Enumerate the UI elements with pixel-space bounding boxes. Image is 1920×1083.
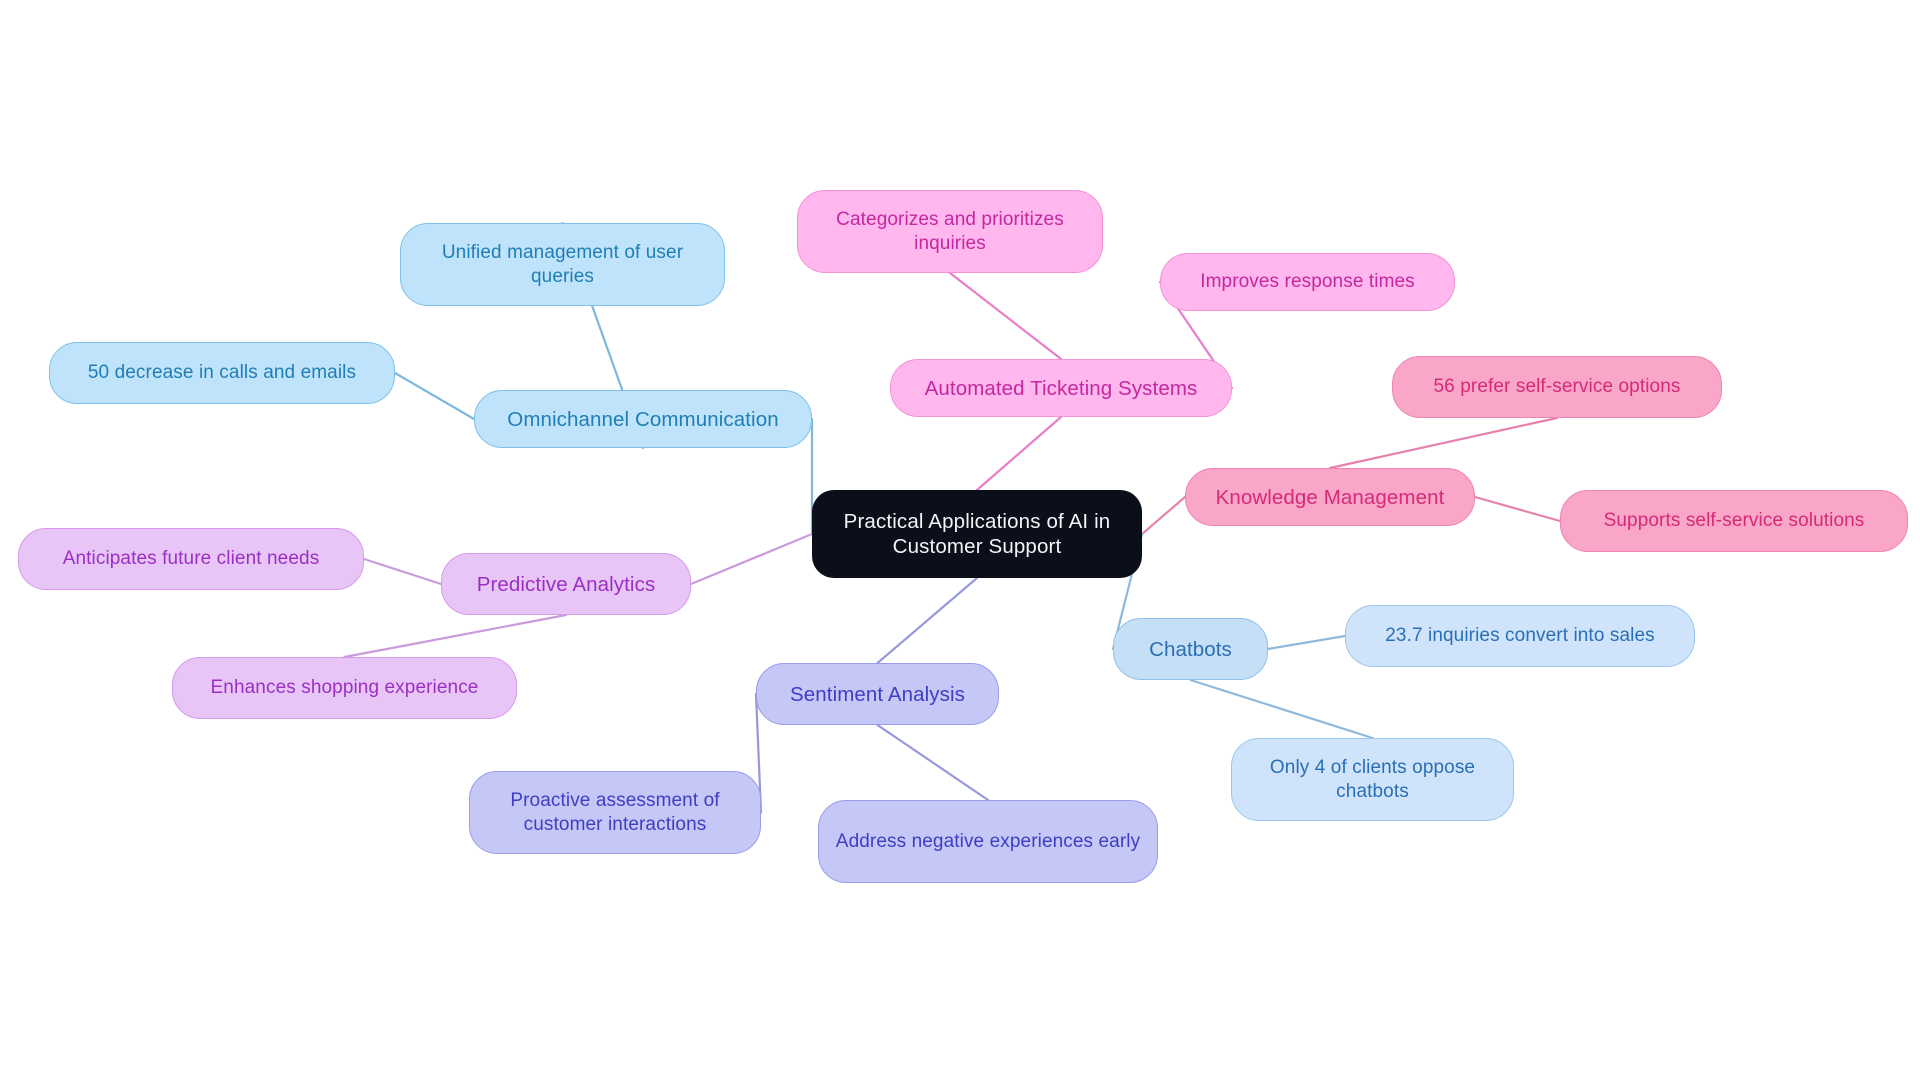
edge-knowledge-management-to-prefer-self-service (1328, 416, 1559, 470)
edge-sentiment-analysis-to-address-negative-experiences (876, 723, 990, 802)
branch-node-automated-ticketing-label: Automated Ticketing Systems (924, 376, 1198, 400)
leaf-node-prefer-self-service-label: 56 prefer self-service options (1433, 376, 1681, 398)
root-node-label: Practical Applications of AI in Customer… (843, 510, 1111, 558)
edge-knowledge-management-to-supports-self-service-solutions (1473, 495, 1562, 523)
edge-predictive-analytics-to-enhances-shopping-experience (343, 613, 568, 659)
leaf-node-unified-management-label: Unified management of user queries (441, 242, 684, 287)
edge-root-to-predictive-analytics (689, 532, 814, 586)
leaf-node-supports-self-service-solutions-label: Supports self-service solutions (1603, 510, 1865, 532)
edge-omnichannel-to-decrease-calls-emails (393, 371, 476, 421)
branch-node-automated-ticketing[interactable]: Automated Ticketing Systems (890, 359, 1232, 417)
leaf-node-supports-self-service-solutions[interactable]: Supports self-service solutions (1560, 490, 1908, 552)
edge-root-to-sentiment-analysis (876, 576, 979, 665)
edge-automated-ticketing-to-categorizes-prioritizes (948, 271, 1063, 361)
mindmap-canvas: Practical Applications of AI in Customer… (0, 0, 1920, 1083)
leaf-node-inquiries-convert-sales-label: 23.7 inquiries convert into sales (1385, 625, 1655, 647)
edge-chatbots-to-clients-oppose-chatbots (1189, 678, 1374, 740)
leaf-node-anticipates-client-needs-label: Anticipates future client needs (62, 548, 320, 570)
branch-node-knowledge-management-label: Knowledge Management (1215, 485, 1445, 509)
leaf-node-enhances-shopping-experience[interactable]: Enhances shopping experience (172, 657, 517, 719)
leaf-node-proactive-assessment[interactable]: Proactive assessment of customer interac… (469, 771, 761, 854)
leaf-node-decrease-calls-emails-label: 50 decrease in calls and emails (87, 362, 357, 384)
edge-root-to-automated-ticketing (975, 415, 1063, 492)
leaf-node-improves-response-times[interactable]: Improves response times (1160, 253, 1455, 311)
leaf-node-categorizes-prioritizes[interactable]: Categorizes and prioritizes inquiries (797, 190, 1103, 273)
leaf-node-address-negative-experiences-label: Address negative experiences early (835, 830, 1141, 852)
root-node[interactable]: Practical Applications of AI in Customer… (812, 490, 1142, 578)
leaf-node-decrease-calls-emails[interactable]: 50 decrease in calls and emails (49, 342, 395, 404)
leaf-node-clients-oppose-chatbots[interactable]: Only 4 of clients oppose chatbots (1231, 738, 1514, 821)
leaf-node-clients-oppose-chatbots-label: Only 4 of clients oppose chatbots (1269, 757, 1476, 802)
branch-node-predictive-analytics-label: Predictive Analytics (476, 572, 656, 596)
leaf-node-enhances-shopping-experience-label: Enhances shopping experience (210, 677, 479, 699)
leaf-node-address-negative-experiences[interactable]: Address negative experiences early (818, 800, 1158, 883)
edge-chatbots-to-inquiries-convert-sales (1266, 634, 1347, 651)
branch-node-chatbots[interactable]: Chatbots (1113, 618, 1268, 680)
branch-node-omnichannel-label: Omnichannel Communication (507, 407, 779, 431)
branch-node-sentiment-analysis-label: Sentiment Analysis (790, 682, 965, 706)
leaf-node-inquiries-convert-sales[interactable]: 23.7 inquiries convert into sales (1345, 605, 1695, 667)
leaf-node-improves-response-times-label: Improves response times (1200, 271, 1415, 293)
leaf-node-prefer-self-service[interactable]: 56 prefer self-service options (1392, 356, 1722, 418)
branch-node-chatbots-label: Chatbots (1149, 637, 1232, 661)
leaf-node-proactive-assessment-label: Proactive assessment of customer interac… (510, 790, 720, 835)
branch-node-omnichannel[interactable]: Omnichannel Communication (474, 390, 812, 448)
leaf-node-unified-management[interactable]: Unified management of user queries (400, 223, 725, 306)
branch-node-predictive-analytics[interactable]: Predictive Analytics (441, 553, 691, 615)
branch-node-sentiment-analysis[interactable]: Sentiment Analysis (756, 663, 999, 725)
leaf-node-categorizes-prioritizes-label: Categorizes and prioritizes inquiries (836, 209, 1064, 254)
leaf-node-anticipates-client-needs[interactable]: Anticipates future client needs (18, 528, 364, 590)
edge-root-to-knowledge-management (1140, 495, 1187, 536)
branch-node-knowledge-management[interactable]: Knowledge Management (1185, 468, 1475, 526)
edge-predictive-analytics-to-anticipates-client-needs (362, 557, 443, 586)
